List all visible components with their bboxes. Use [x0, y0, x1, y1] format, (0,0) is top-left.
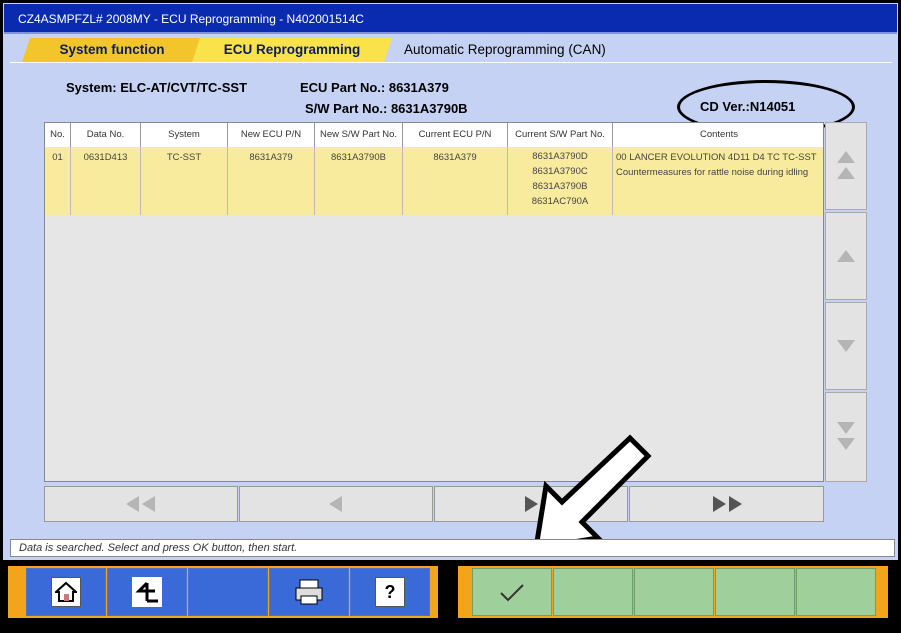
scroll-down-button[interactable]: [825, 302, 867, 390]
col-no: No.: [45, 123, 71, 147]
scroll-to-top-button[interactable]: [825, 122, 867, 210]
double-right-arrow-icon: [712, 496, 742, 512]
col-current-sw: Current S/W Part No.: [508, 123, 613, 147]
cell-contents: 00 LANCER EVOLUTION 4D11 D4 TC TC-SST Co…: [613, 147, 823, 215]
tab-system-function[interactable]: System function: [22, 38, 202, 62]
table-header: No. Data No. System New ECU P/N New S/W …: [45, 123, 823, 148]
print-button[interactable]: [269, 568, 349, 616]
cell-current-sw: 8631A3790D 8631A3790C 8631A3790B 8631AC7…: [508, 147, 613, 215]
scroll-up-button[interactable]: [825, 212, 867, 300]
tab-automatic-reprogramming[interactable]: Automatic Reprogramming (CAN): [396, 38, 636, 62]
cell-no: 01: [45, 147, 71, 215]
back-arrow-icon: [132, 577, 162, 607]
checkmark-icon: [500, 584, 524, 602]
tab-ecu-reprogramming[interactable]: ECU Reprogramming: [192, 38, 392, 62]
tab-bar: System function ECU Reprogramming Automa…: [4, 36, 897, 62]
toolbar-button-4[interactable]: [715, 568, 795, 616]
reprogramming-table: No. Data No. System New ECU P/N New S/W …: [44, 122, 824, 482]
home-button[interactable]: [26, 568, 106, 616]
col-contents: Contents: [699, 129, 739, 140]
current-sw-line: 8631A3790B: [532, 181, 588, 192]
status-message: Data is searched. Select and press OK bu…: [10, 539, 895, 557]
cell-data-no: 0631D413: [71, 147, 141, 215]
col-data-no: Data No.: [71, 123, 141, 147]
blank-toolbar-button[interactable]: [188, 568, 268, 616]
current-sw-line: 8631A3790D: [532, 151, 588, 162]
table-row[interactable]: 01 0631D413 TC-SST 8631A379 8631A3790B 8…: [45, 147, 823, 215]
contents-line: Countermeasures for rattle noise during …: [616, 167, 809, 178]
first-page-button[interactable]: [44, 486, 238, 522]
previous-page-button[interactable]: [239, 486, 433, 522]
system-label: System: ELC-AT/CVT/TC-SST: [66, 80, 248, 95]
ecu-part-label: ECU Part No.: 8631A379: [300, 80, 449, 95]
double-left-arrow-icon: [126, 496, 155, 512]
col-new-ecu: New ECU P/N: [228, 123, 315, 147]
vertical-scroll-controls: [825, 122, 867, 482]
home-icon: [51, 577, 81, 607]
down-arrow-icon: [837, 340, 855, 352]
contents-line: 00 LANCER EVOLUTION 4D11 D4 TC TC-SST: [616, 152, 817, 163]
scroll-to-bottom-button[interactable]: [825, 392, 867, 482]
sw-part-label: S/W Part No.: 8631A3790B: [305, 101, 468, 116]
ok-button[interactable]: [472, 568, 552, 616]
help-icon: ?: [375, 577, 405, 607]
toolbar-button-5[interactable]: [796, 568, 876, 616]
col-system: System: [141, 123, 228, 147]
back-button[interactable]: [107, 568, 187, 616]
current-sw-line: 8631AC790A: [531, 196, 589, 207]
left-arrow-icon: [329, 496, 342, 512]
up-arrow-icon: [837, 250, 855, 262]
double-up-arrow-icon: [837, 151, 855, 179]
help-button[interactable]: ?: [350, 568, 430, 616]
toolbar-button-3[interactable]: [634, 568, 714, 616]
col-new-sw: New S/W Part No.: [315, 123, 403, 147]
cell-current-ecu: 8631A379: [403, 147, 508, 215]
cell-new-ecu: 8631A379: [228, 147, 315, 215]
printer-icon: [294, 577, 324, 607]
pointer-arrow-annotation: [532, 434, 652, 552]
window-title: CZ4ASMPFZL# 2008MY - ECU Reprogramming -…: [4, 4, 897, 34]
current-sw-line: 8631A3790C: [532, 166, 588, 177]
toolbar-button-2[interactable]: [553, 568, 633, 616]
cell-new-sw: 8631A3790B: [315, 147, 403, 215]
double-down-arrow-icon: [837, 422, 855, 450]
col-current-ecu: Current ECU P/N: [403, 123, 508, 147]
cell-system: TC-SST: [141, 147, 228, 215]
horizontal-page-controls: [44, 486, 824, 522]
